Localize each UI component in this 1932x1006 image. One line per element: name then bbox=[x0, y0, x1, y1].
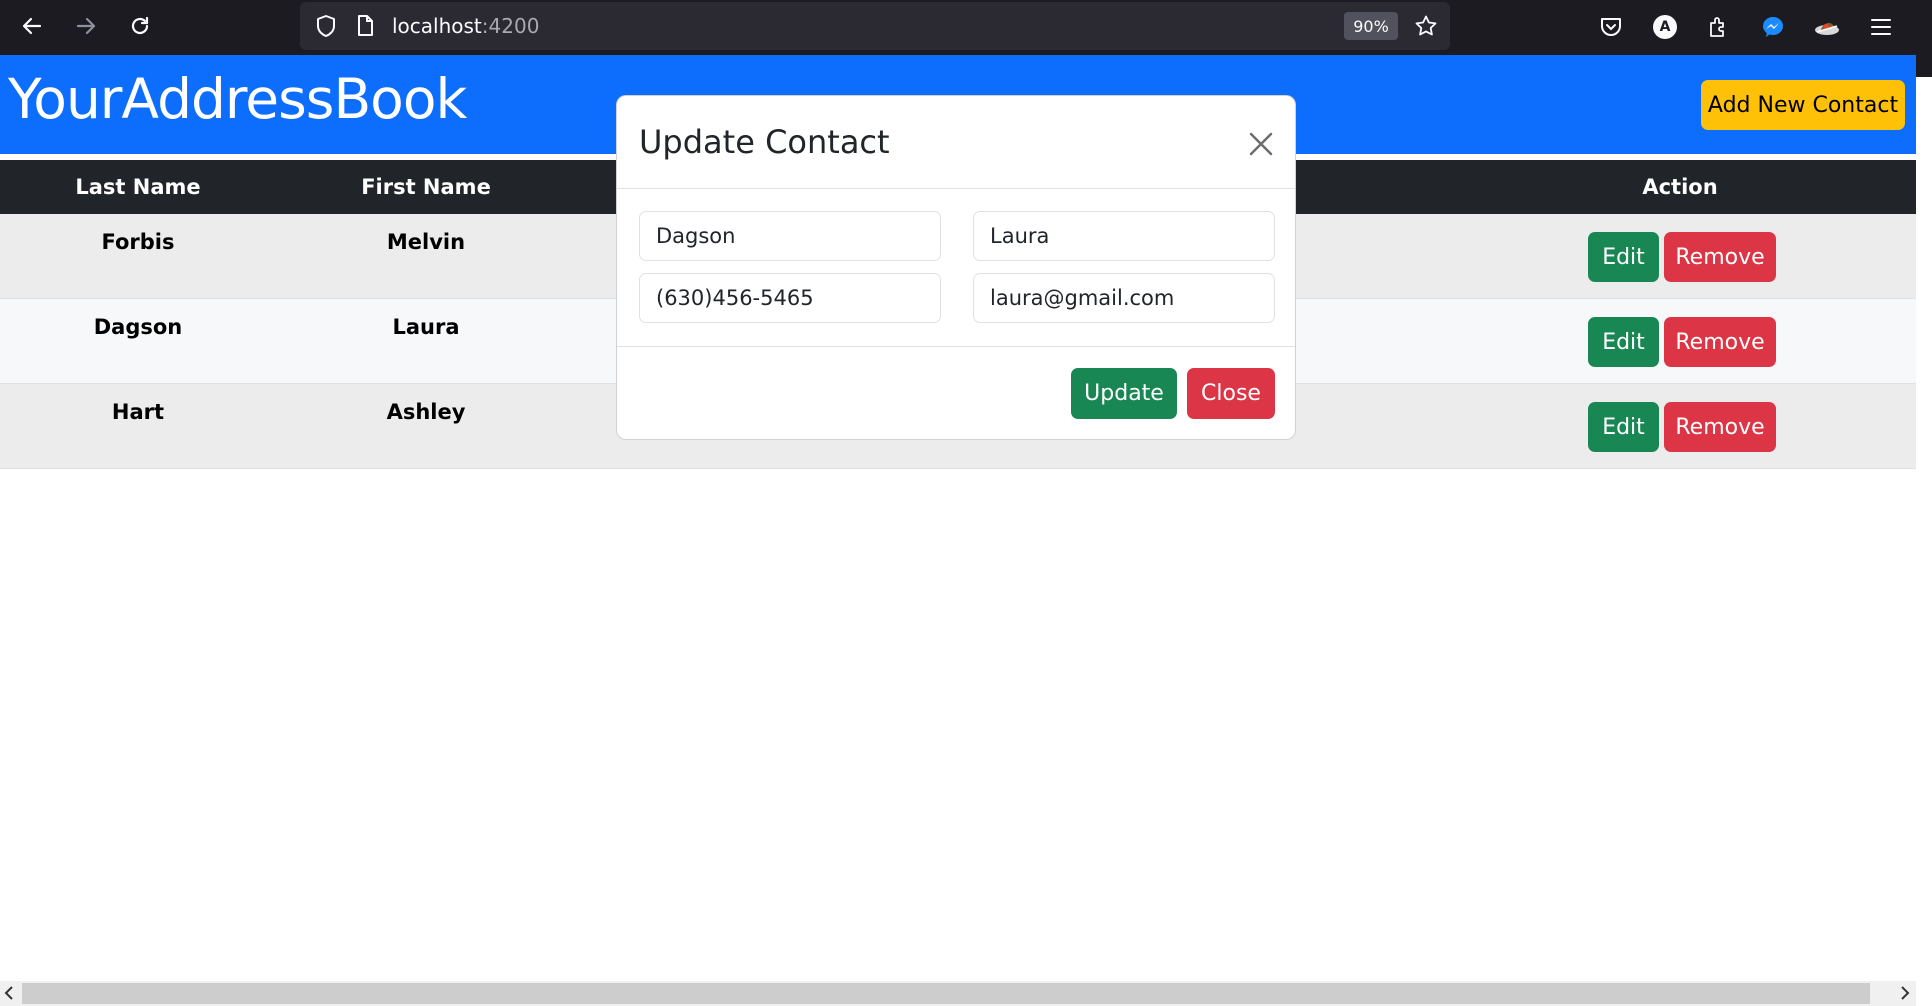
menu-icon[interactable] bbox=[1866, 12, 1896, 42]
window-edge bbox=[1916, 55, 1932, 77]
horizontal-scrollbar[interactable] bbox=[0, 981, 1916, 1006]
last-name-field[interactable] bbox=[639, 211, 941, 261]
remove-button[interactable]: Remove bbox=[1664, 402, 1776, 452]
messenger-icon[interactable] bbox=[1758, 12, 1788, 42]
cell-last-name: Hart bbox=[111, 400, 165, 424]
update-button[interactable]: Update bbox=[1071, 368, 1177, 419]
star-icon[interactable] bbox=[1412, 12, 1440, 40]
cell-first-name: Melvin bbox=[386, 230, 466, 254]
url-port: :4200 bbox=[481, 14, 540, 38]
edit-button[interactable]: Edit bbox=[1588, 232, 1659, 282]
back-arrow-icon[interactable] bbox=[14, 10, 50, 42]
column-header-action: Action bbox=[1642, 175, 1718, 199]
column-header-last-name: Last Name bbox=[75, 175, 201, 199]
update-contact-modal: Update Contact Update Close bbox=[616, 95, 1296, 440]
brand-title: YourAddressBook bbox=[8, 67, 467, 131]
cell-last-name: Forbis bbox=[101, 230, 175, 254]
close-icon[interactable] bbox=[1247, 130, 1275, 158]
url-text[interactable]: localhost:4200 bbox=[392, 14, 539, 38]
first-name-field[interactable] bbox=[973, 211, 1275, 261]
scroll-right-icon[interactable] bbox=[1898, 985, 1912, 1001]
account-icon[interactable]: A bbox=[1650, 12, 1680, 42]
edit-button[interactable]: Edit bbox=[1588, 402, 1659, 452]
modal-header: Update Contact bbox=[617, 96, 1295, 189]
scroll-left-icon[interactable] bbox=[2, 985, 16, 1001]
shield-icon[interactable] bbox=[312, 12, 340, 40]
scrollbar-thumb[interactable] bbox=[22, 983, 1870, 1004]
forward-arrow-icon[interactable] bbox=[68, 10, 104, 42]
url-bar[interactable]: localhost:4200 90% bbox=[300, 2, 1450, 50]
cell-first-name: Laura bbox=[392, 315, 460, 339]
email-field[interactable] bbox=[973, 273, 1275, 323]
edit-button[interactable]: Edit bbox=[1588, 317, 1659, 367]
browser-toolbar: localhost:4200 90% A bbox=[0, 0, 1932, 55]
zoom-level-button[interactable]: 90% bbox=[1344, 12, 1398, 40]
url-host: localhost bbox=[392, 14, 482, 38]
remove-button[interactable]: Remove bbox=[1664, 317, 1776, 367]
column-header-first-name: First Name bbox=[361, 175, 491, 199]
account-initial: A bbox=[1659, 19, 1671, 35]
modal-footer: Update Close bbox=[617, 346, 1295, 440]
extension-hat-icon[interactable] bbox=[1812, 12, 1842, 42]
cell-last-name: Dagson bbox=[93, 315, 183, 339]
reload-icon[interactable] bbox=[122, 10, 158, 42]
add-new-contact-button[interactable]: Add New Contact bbox=[1701, 80, 1905, 130]
close-button[interactable]: Close bbox=[1187, 368, 1275, 419]
cell-first-name: Ashley bbox=[386, 400, 466, 424]
page-icon[interactable] bbox=[352, 12, 378, 40]
phone-field[interactable] bbox=[639, 273, 941, 323]
extensions-icon[interactable] bbox=[1704, 12, 1734, 42]
pocket-icon[interactable] bbox=[1596, 12, 1626, 42]
modal-title: Update Contact bbox=[639, 123, 890, 161]
remove-button[interactable]: Remove bbox=[1664, 232, 1776, 282]
